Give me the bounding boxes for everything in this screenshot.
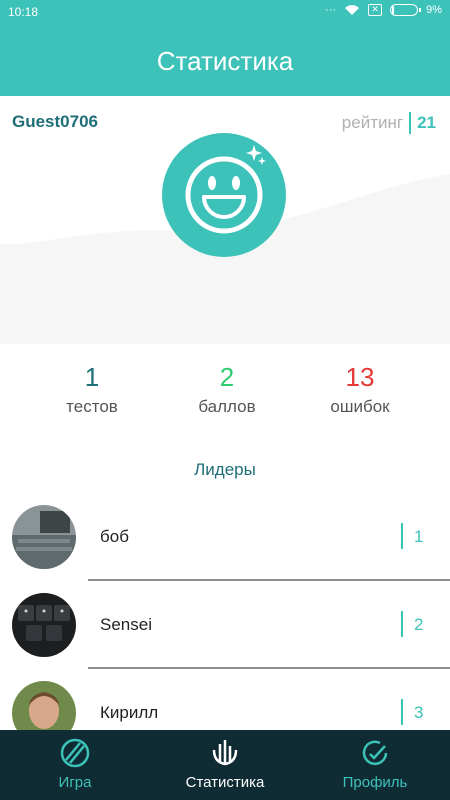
leader-rank-divider: [401, 699, 403, 725]
stat-points-value: 2: [219, 362, 235, 392]
leader-name: боб: [100, 527, 129, 546]
page-title: Статистика: [156, 46, 294, 76]
profile-hero: Guest0706 рейтинг 21: [0, 96, 450, 344]
nav-label-profile: Профиль: [342, 774, 408, 791]
keys-photo-icon: [12, 593, 76, 657]
wifi-icon: [345, 5, 360, 15]
nav-label-game: Игра: [58, 774, 92, 791]
nav-item-statistics[interactable]: Статистика: [150, 730, 300, 800]
leader-rank: 2: [414, 615, 424, 634]
nav-item-profile[interactable]: Профиль: [300, 730, 450, 800]
nav-item-game[interactable]: Игра: [0, 730, 150, 800]
stat-points-label: баллов: [198, 397, 256, 416]
status-icons: ··· ✕ 9%: [325, 4, 442, 16]
rating-divider: [409, 112, 412, 134]
stat-points: 2 баллов: [152, 362, 302, 417]
nav-label-statistics: Статистика: [185, 774, 265, 791]
keyboard-photo-icon: [12, 505, 76, 569]
battery-icon: [390, 4, 422, 16]
leader-name: Кирилл: [100, 703, 159, 722]
ball-icon: [60, 738, 90, 768]
rating: рейтинг 21: [342, 112, 436, 134]
username: Guest0706: [12, 112, 98, 131]
status-time: 10:18: [8, 5, 39, 19]
divider: [88, 667, 450, 669]
leader-avatar: [12, 505, 76, 569]
leader-rank: 3: [414, 703, 424, 722]
status-bar: 10:18 ··· ✕ 9%: [0, 0, 450, 24]
leaders-title: Лидеры: [194, 460, 256, 479]
leader-rank-divider: [401, 523, 403, 549]
rating-value: 21: [417, 113, 436, 132]
profile-icon: [362, 740, 388, 766]
leader-rank: 1: [414, 527, 424, 546]
stats-icon: [212, 740, 238, 766]
leader-name: Sensei: [100, 615, 152, 634]
leader-avatar: [12, 593, 76, 657]
app-bar: Статистика: [0, 24, 450, 96]
leader-row[interactable]: боб 1: [0, 505, 450, 593]
stat-errors: 13 ошибок: [285, 362, 435, 417]
leader-row[interactable]: Sensei 2: [0, 593, 450, 681]
stat-tests-value: 1: [84, 362, 100, 392]
stat-tests-label: тестов: [66, 397, 118, 416]
signal-dots-icon: ···: [325, 4, 337, 16]
smiley-icon: [185, 145, 266, 234]
stats-summary: 1 тестов 2 баллов 13 ошибок: [0, 344, 450, 444]
leader-rank-divider: [401, 611, 403, 637]
stat-tests: 1 тестов: [17, 362, 167, 417]
stat-errors-label: ошибок: [330, 397, 390, 416]
rating-label: рейтинг: [341, 113, 404, 132]
battery-percent: 9%: [426, 4, 442, 16]
bottom-nav: Игра Статистика Профиль: [0, 730, 450, 800]
user-avatar[interactable]: [162, 133, 286, 257]
no-sim-icon: ✕: [368, 4, 383, 16]
divider: [88, 579, 450, 581]
stat-errors-value: 13: [345, 362, 375, 392]
battery-fill: [392, 6, 395, 14]
